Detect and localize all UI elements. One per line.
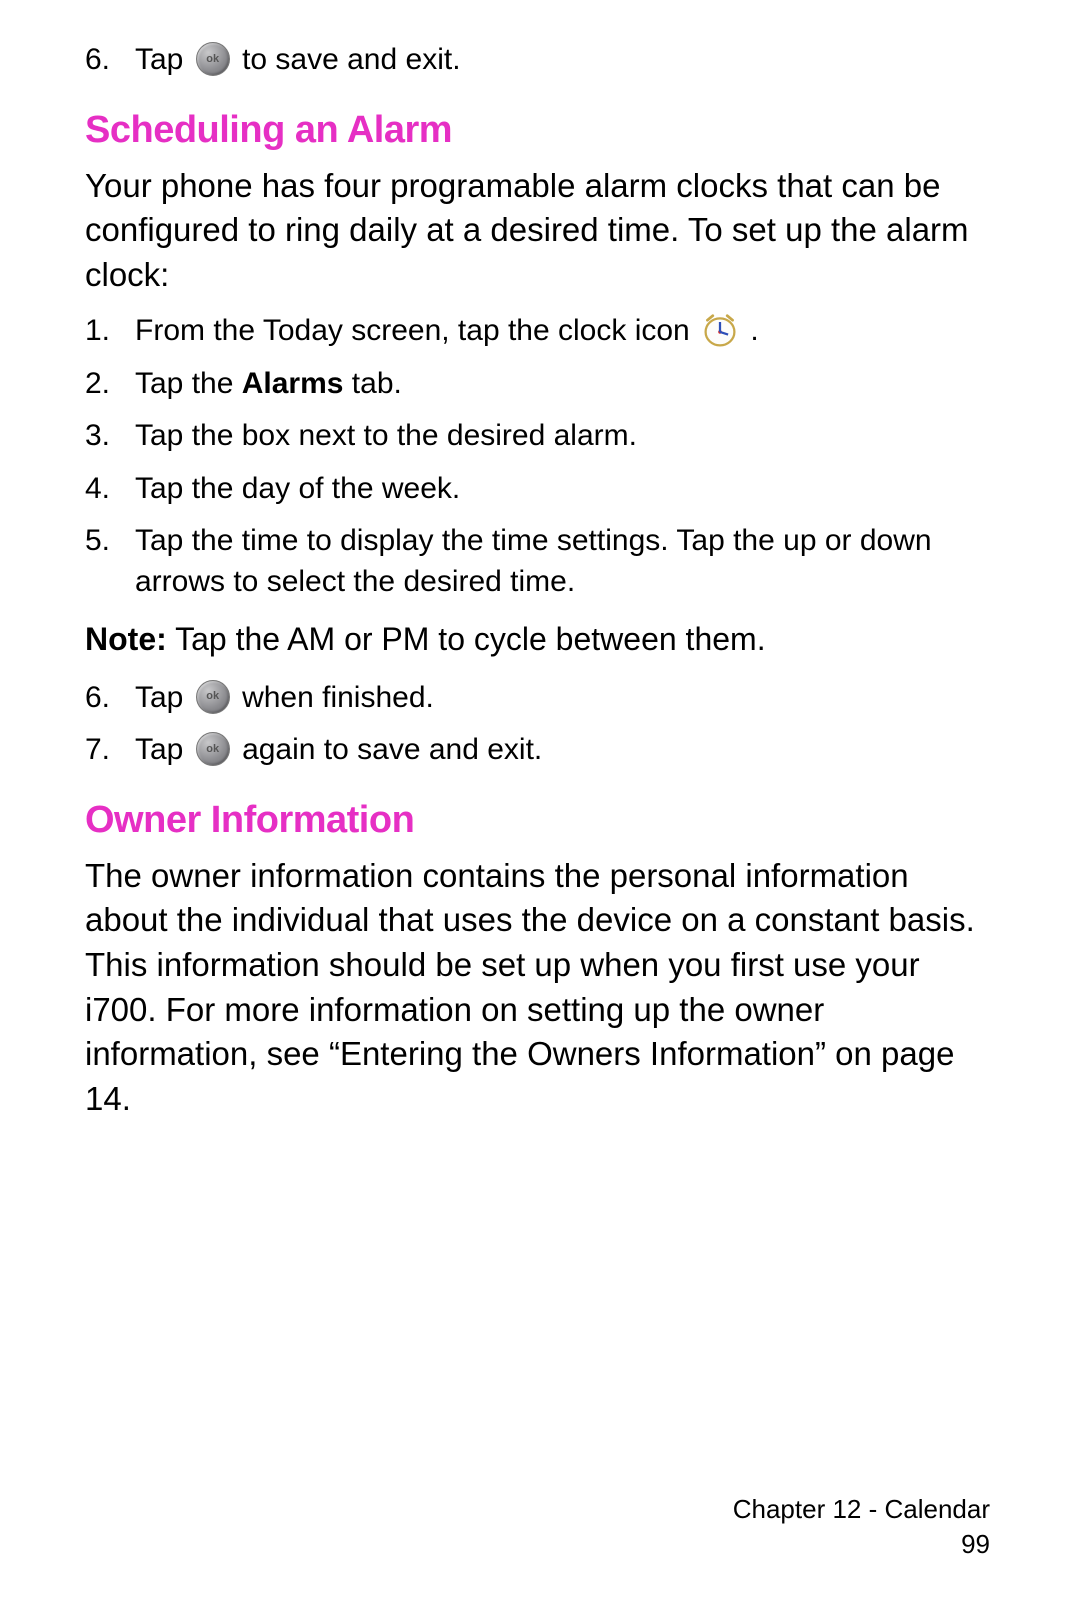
prev-section-step-6: 6. Tap ok to save and exit. xyxy=(85,40,995,81)
step-number: 4. xyxy=(85,469,135,510)
note-text: Tap the AM or PM to cycle between them. xyxy=(167,621,766,657)
step-number: 7. xyxy=(85,730,135,771)
step-text: Tap the day of the week. xyxy=(135,469,995,510)
ok-icon: ok xyxy=(196,680,230,714)
scheduling-step-1: 1. From the Today screen, tap the clock … xyxy=(85,311,995,352)
step-text-pre: From the Today screen, tap the clock ico… xyxy=(135,314,698,347)
scheduling-step-5: 5. Tap the time to display the time sett… xyxy=(85,521,995,602)
chapter-label: Chapter 12 - Calendar xyxy=(733,1492,990,1527)
step-text-pre: Tap xyxy=(135,681,192,714)
scheduling-step-7: 7. Tap ok again to save and exit. xyxy=(85,730,995,771)
step-text-post: when finished. xyxy=(242,681,434,714)
scheduling-step-3: 3. Tap the box next to the desired alarm… xyxy=(85,416,995,457)
step-text-post: to save and exit. xyxy=(242,43,460,76)
scheduling-steps: 1. From the Today screen, tap the clock … xyxy=(85,311,995,602)
step-text: Tap the time to display the time setting… xyxy=(135,521,995,602)
owner-info-body: The owner information contains the perso… xyxy=(85,854,995,1121)
step-text-pre: Tap xyxy=(135,43,192,76)
heading-scheduling-alarm: Scheduling an Alarm xyxy=(85,105,995,156)
page-footer: Chapter 12 - Calendar 99 xyxy=(733,1492,990,1562)
step-number: 3. xyxy=(85,416,135,457)
step-text-pre: Tap the xyxy=(135,367,242,400)
page-number: 99 xyxy=(733,1527,990,1562)
scheduling-step-4: 4. Tap the day of the week. xyxy=(85,469,995,510)
step-text-post: again to save and exit. xyxy=(242,733,542,766)
step-number: 6. xyxy=(85,40,135,81)
step-text: Tap ok when finished. xyxy=(135,678,995,719)
alarms-bold: Alarms xyxy=(242,367,344,400)
step-number: 2. xyxy=(85,364,135,405)
step-text: From the Today screen, tap the clock ico… xyxy=(135,311,995,352)
step-number: 1. xyxy=(85,311,135,352)
step-text: Tap the Alarms tab. xyxy=(135,364,995,405)
step-text-pre: Tap xyxy=(135,733,192,766)
ok-icon: ok xyxy=(196,42,230,76)
clock-icon xyxy=(702,313,738,349)
step-text-post: tab. xyxy=(343,367,401,400)
scheduling-steps-cont: 6. Tap ok when finished. 7. Tap ok again… xyxy=(85,678,995,771)
scheduling-intro: Your phone has four programable alarm cl… xyxy=(85,164,995,298)
ok-icon: ok xyxy=(196,732,230,766)
heading-owner-information: Owner Information xyxy=(85,795,995,846)
scheduling-note: Note: Tap the AM or PM to cycle between … xyxy=(85,618,995,661)
step-text: Tap the box next to the desired alarm. xyxy=(135,416,995,457)
step-number: 5. xyxy=(85,521,135,602)
step-text-post: . xyxy=(750,314,758,347)
scheduling-step-2: 2. Tap the Alarms tab. xyxy=(85,364,995,405)
note-label: Note: xyxy=(85,621,167,657)
step-number: 6. xyxy=(85,678,135,719)
scheduling-step-6: 6. Tap ok when finished. xyxy=(85,678,995,719)
step-text: Tap ok to save and exit. xyxy=(135,40,995,81)
step-text: Tap ok again to save and exit. xyxy=(135,730,995,771)
